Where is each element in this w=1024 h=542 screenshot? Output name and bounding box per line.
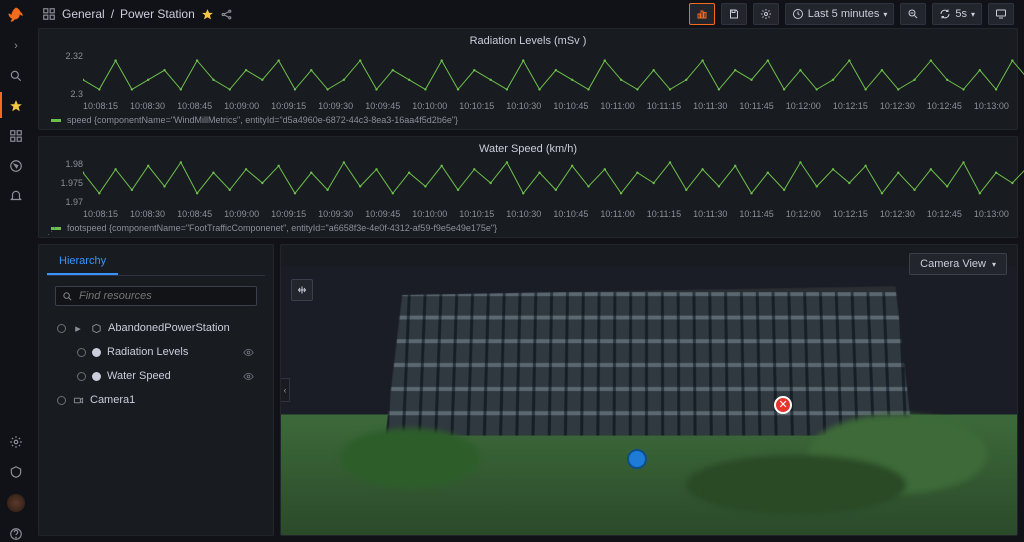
- search-icon: [62, 291, 73, 302]
- expand-nav-icon[interactable]: ›: [8, 38, 24, 54]
- x-axis-ticks: 10:08:1510:08:3010:08:4510:09:0010:09:15…: [47, 99, 1009, 111]
- alert-marker[interactable]: ✕: [774, 396, 792, 414]
- radio-icon[interactable]: [57, 396, 66, 405]
- radiation-line: [83, 51, 1024, 99]
- zoom-out-button[interactable]: [900, 3, 926, 25]
- chevron-down-icon: ▾: [883, 10, 887, 19]
- radiation-panel: Radiation Levels (mSv ) 2.32 2.3 10:08:1…: [38, 28, 1018, 130]
- visibility-toggle-icon[interactable]: [243, 347, 255, 358]
- visibility-toggle-icon[interactable]: [243, 371, 255, 382]
- nav-rail: ›: [0, 0, 32, 542]
- hierarchy-tabs: Hierarchy: [47, 249, 265, 276]
- refresh-icon: [939, 8, 951, 20]
- 3d-scene-viewport[interactable]: ✕: [281, 267, 1017, 535]
- water-line: [83, 159, 1024, 207]
- terrain: [686, 455, 906, 515]
- share-icon[interactable]: [220, 8, 233, 21]
- star-icon[interactable]: [201, 8, 214, 21]
- add-panel-button[interactable]: [689, 3, 715, 25]
- scene-viewer-panel[interactable]: ‹ Camera View ▾: [280, 244, 1018, 536]
- scene-icon: [90, 322, 102, 334]
- tree-item-water-speed[interactable]: Water Speed: [55, 364, 257, 388]
- tree-item-label: Radiation Levels: [107, 346, 188, 358]
- tree-item-label: Camera1: [90, 394, 135, 406]
- radio-icon[interactable]: [77, 348, 86, 357]
- dashboards-nav-icon[interactable]: [8, 128, 24, 144]
- search-resources-input[interactable]: [55, 286, 257, 306]
- time-range-label: Last 5 minutes: [808, 8, 880, 20]
- legend-label: footspeed {componentName="FootTrafficCom…: [67, 223, 497, 233]
- water-legend[interactable]: footspeed {componentName="FootTrafficCom…: [47, 223, 1009, 233]
- chevron-down-icon: ▾: [992, 260, 996, 269]
- tree-item-label: Water Speed: [107, 370, 171, 382]
- dashboard-icon: [42, 7, 56, 21]
- radiation-chart[interactable]: 2.32 2.3 10:08:1510:08:3010:08:4510:09:0…: [47, 51, 1009, 115]
- dashboard-settings-button[interactable]: [753, 3, 779, 25]
- legend-swatch: [51, 119, 61, 122]
- main-area: General / Power Station Last 5 minutes ▾: [32, 0, 1024, 542]
- tab-hierarchy[interactable]: Hierarchy: [47, 249, 118, 275]
- collapse-sidebar-button[interactable]: ‹: [280, 378, 290, 402]
- resize-handle-icon[interactable]: ⋰: [47, 226, 56, 237]
- clock-icon: [792, 8, 804, 20]
- time-range-picker[interactable]: Last 5 minutes ▾: [785, 3, 895, 25]
- water-chart[interactable]: 1.98 1.975 1.97 10:08:1510:08:3010:08:45…: [47, 159, 1009, 223]
- content: Radiation Levels (mSv ) 2.32 2.3 10:08:1…: [32, 28, 1024, 542]
- starred-nav-icon[interactable]: [8, 98, 24, 114]
- configuration-nav-icon[interactable]: [8, 434, 24, 450]
- camera-icon: [72, 394, 84, 406]
- topbar: General / Power Station Last 5 minutes ▾: [32, 0, 1024, 28]
- refresh-interval-label: 5s: [955, 8, 967, 20]
- grafana-logo-icon[interactable]: [7, 6, 25, 24]
- radio-icon[interactable]: [77, 372, 86, 381]
- expand-icon[interactable]: ▸: [72, 322, 84, 334]
- save-dashboard-button[interactable]: [721, 3, 747, 25]
- hierarchy-tree: ▸ AbandonedPowerStation Radiation Levels: [47, 316, 265, 412]
- camera-view-label: Camera View: [920, 258, 986, 270]
- panel-title: Water Speed (km/h): [47, 141, 1009, 159]
- explore-nav-icon[interactable]: [8, 158, 24, 174]
- user-avatar-icon[interactable]: [7, 494, 25, 512]
- building-mesh: [386, 286, 913, 435]
- pan-tool-button[interactable]: [291, 279, 313, 301]
- chevron-down-icon: ▾: [971, 10, 975, 19]
- x-axis-ticks: 10:08:1510:08:3010:08:4510:09:0010:09:15…: [47, 207, 1009, 219]
- search-icon[interactable]: [8, 68, 24, 84]
- info-marker[interactable]: [627, 449, 647, 469]
- terrain: [340, 428, 480, 488]
- tree-item-abandoned-power-station[interactable]: ▸ AbandonedPowerStation: [55, 316, 257, 340]
- tree-item-camera1[interactable]: Camera1: [55, 388, 257, 412]
- app-root: › General: [0, 0, 1024, 542]
- node-dot-icon: [92, 348, 101, 357]
- search-field[interactable]: [79, 290, 250, 302]
- water-panel: Water Speed (km/h) 1.98 1.975 1.97 10:08…: [38, 136, 1018, 238]
- refresh-interval-picker[interactable]: 5s ▾: [932, 3, 982, 25]
- monitor-button[interactable]: [988, 3, 1014, 25]
- hierarchy-panel: Hierarchy ▸ AbandonedPowerSta: [38, 244, 274, 536]
- breadcrumb-folder[interactable]: General: [62, 7, 105, 21]
- y-axis-ticks: 1.98 1.975 1.97: [47, 159, 83, 207]
- camera-view-dropdown[interactable]: Camera View ▾: [909, 253, 1007, 275]
- breadcrumb-page[interactable]: Power Station: [120, 7, 195, 21]
- alerting-nav-icon[interactable]: [8, 188, 24, 204]
- tree-item-radiation-levels[interactable]: Radiation Levels: [55, 340, 257, 364]
- tree-item-label: AbandonedPowerStation: [108, 322, 230, 334]
- radiation-legend[interactable]: speed {componentName="WindMillMetrics", …: [47, 115, 1009, 125]
- y-axis-ticks: 2.32 2.3: [47, 51, 83, 99]
- legend-label: speed {componentName="WindMillMetrics", …: [67, 115, 458, 125]
- breadcrumb[interactable]: General / Power Station: [42, 7, 233, 21]
- panel-title: Radiation Levels (mSv ): [47, 33, 1009, 51]
- server-admin-nav-icon[interactable]: [8, 464, 24, 480]
- node-dot-icon: [92, 372, 101, 381]
- lower-row: Hierarchy ▸ AbandonedPowerSta: [38, 244, 1018, 536]
- radio-icon[interactable]: [57, 324, 66, 333]
- help-nav-icon[interactable]: [8, 526, 24, 542]
- top-controls: Last 5 minutes ▾ 5s ▾: [689, 3, 1014, 25]
